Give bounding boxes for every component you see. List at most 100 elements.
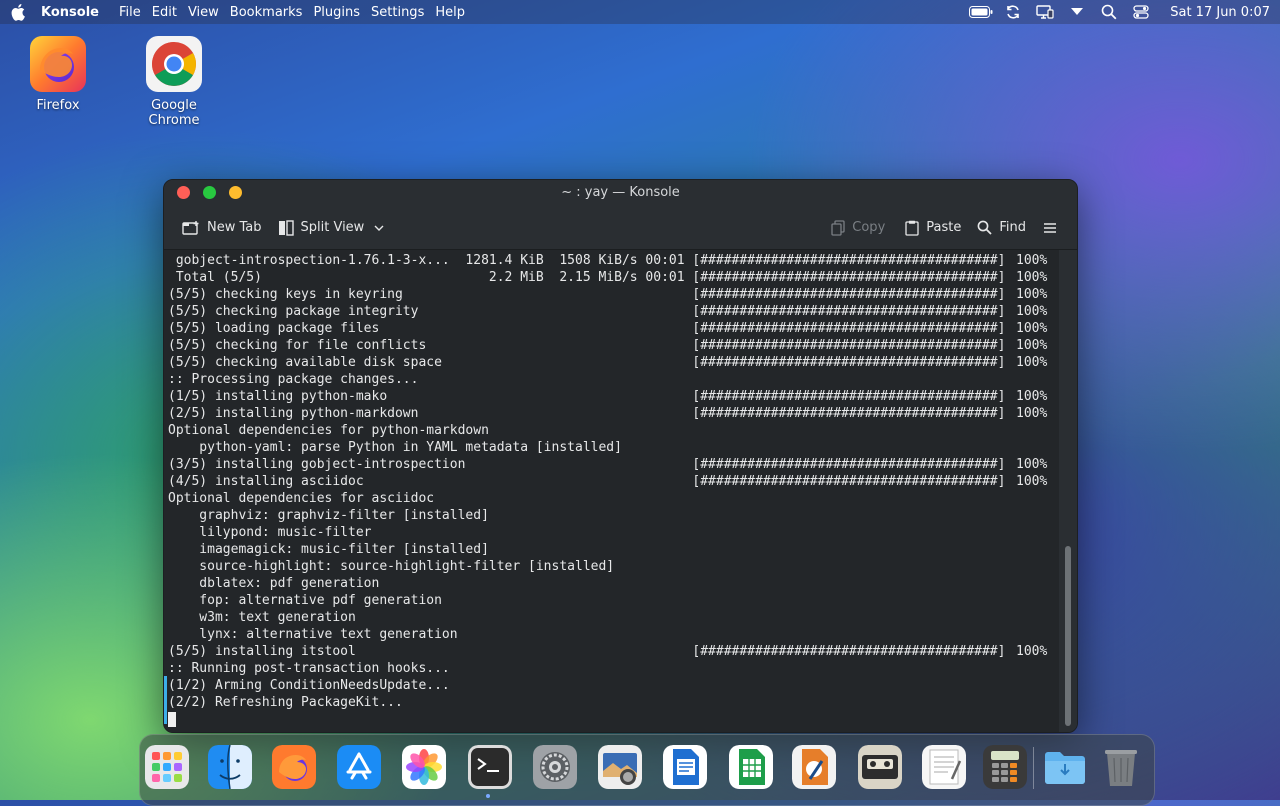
terminal-line-percent: 100% bbox=[1016, 304, 1048, 319]
new-tab-label: New Tab bbox=[207, 220, 262, 235]
terminal-line-text: Optional dependencies for python-markdow… bbox=[168, 423, 489, 438]
window-title: ~ : yay — Konsole bbox=[561, 185, 680, 200]
hamburger-menu-button[interactable] bbox=[1038, 213, 1069, 243]
terminal-line-text: (1/2) Arming ConditionNeedsUpdate... bbox=[168, 678, 450, 693]
spreadsheet-dock-item[interactable] bbox=[729, 745, 773, 789]
desktop-icon-firefox[interactable]: Firefox bbox=[8, 36, 108, 113]
terminal-line: (5/5) loading package files [###########… bbox=[168, 320, 1059, 337]
spreadsheet-icon bbox=[729, 745, 773, 789]
terminal-line-percent: 100% bbox=[1016, 389, 1048, 404]
control-center-icon[interactable] bbox=[1128, 2, 1154, 22]
app-name[interactable]: Konsole bbox=[41, 5, 99, 20]
desktop-icon-chrome[interactable]: Google Chrome bbox=[124, 36, 224, 128]
split-view-button[interactable]: Split View bbox=[272, 213, 391, 243]
title-bar[interactable]: ~ : yay — Konsole bbox=[164, 180, 1077, 206]
draw-dock-item[interactable] bbox=[792, 745, 836, 789]
system-settings-dock-item[interactable] bbox=[533, 745, 577, 789]
downloads-folder-dock-item[interactable] bbox=[1043, 745, 1087, 789]
menu-bookmarks[interactable]: Bookmarks bbox=[230, 5, 303, 20]
terminal-line: gobject-introspection-1.76.1-3-x... 1281… bbox=[168, 252, 1059, 269]
menu-file[interactable]: File bbox=[119, 5, 141, 20]
chrome-icon bbox=[146, 36, 202, 92]
menu-settings[interactable]: Settings bbox=[371, 5, 424, 20]
paste-icon bbox=[905, 220, 919, 236]
terminal-line-text: gobject-introspection-1.76.1-3-x... 1281… bbox=[168, 253, 1006, 268]
terminal-line-percent: 100% bbox=[1016, 270, 1048, 285]
search-icon[interactable] bbox=[1096, 2, 1122, 22]
calculator-dock-item[interactable] bbox=[983, 745, 1027, 789]
new-tab-button[interactable]: New Tab bbox=[176, 213, 268, 243]
cassette-dock-item[interactable] bbox=[858, 745, 902, 789]
terminal-line: source-highlight: source-highlight-filte… bbox=[168, 558, 1059, 575]
firefox-dock-item[interactable] bbox=[272, 745, 316, 789]
app-store-icon bbox=[337, 745, 381, 789]
terminal-line: :: Processing package changes... bbox=[168, 371, 1059, 388]
terminal-line-text: lilypond: music-filter bbox=[168, 525, 372, 540]
terminal-line-text: (5/5) checking package integrity [######… bbox=[168, 304, 1006, 319]
writer-icon bbox=[663, 745, 707, 789]
terminal-line: (5/5) installing itstool [##############… bbox=[168, 643, 1059, 660]
find-button[interactable]: Find bbox=[971, 213, 1032, 243]
screenshot-icon bbox=[598, 745, 642, 789]
terminal-cursor bbox=[168, 712, 176, 727]
chevron-down-icon bbox=[374, 225, 384, 231]
terminal-line-text: :: Running post-transaction hooks... bbox=[168, 661, 450, 676]
screenshot-dock-item[interactable] bbox=[598, 745, 642, 789]
terminal-line: Optional dependencies for asciidoc bbox=[168, 490, 1059, 507]
terminal-line-text: (4/5) installing asciidoc [#############… bbox=[168, 474, 1006, 489]
apple-icon[interactable] bbox=[11, 3, 29, 21]
terminal-line-text: (5/5) checking available disk space [###… bbox=[168, 355, 1006, 370]
terminal-line-text: lynx: alternative text generation bbox=[168, 627, 458, 642]
toolbar: New Tab Split View Copy Paste Find bbox=[164, 206, 1077, 250]
battery-icon[interactable] bbox=[968, 2, 994, 22]
terminal-line: (2/5) installing python-markdown [######… bbox=[168, 405, 1059, 422]
terminal-line: lynx: alternative text generation bbox=[168, 626, 1059, 643]
writer-dock-item[interactable] bbox=[663, 745, 707, 789]
text-editor-dock-item[interactable] bbox=[922, 745, 966, 789]
terminal-line-percent: 100% bbox=[1016, 321, 1048, 336]
chevron-down-icon[interactable] bbox=[1064, 2, 1090, 22]
dock bbox=[139, 734, 1155, 806]
terminal-output[interactable]: gobject-introspection-1.76.1-3-x... 1281… bbox=[164, 250, 1059, 732]
draw-icon bbox=[792, 745, 836, 789]
menu-help[interactable]: Help bbox=[435, 5, 465, 20]
scrollbar-thumb[interactable] bbox=[1065, 546, 1071, 726]
terminal-line-text: (3/5) installing gobject-introspection [… bbox=[168, 457, 1006, 472]
terminal-line: dblatex: pdf generation bbox=[168, 575, 1059, 592]
photos-dock-item[interactable] bbox=[402, 745, 446, 789]
downloads-folder-icon bbox=[1043, 745, 1087, 789]
scrollbar[interactable] bbox=[1059, 250, 1077, 732]
finder-dock-item[interactable] bbox=[208, 745, 252, 789]
terminal-line-text: w3m: text generation bbox=[168, 610, 356, 625]
konsole-window: ~ : yay — Konsole New Tab Split View Cop… bbox=[163, 179, 1078, 733]
sync-icon[interactable] bbox=[1000, 2, 1026, 22]
display-icon[interactable] bbox=[1032, 2, 1058, 22]
running-indicator bbox=[486, 794, 490, 798]
photos-icon bbox=[402, 745, 446, 789]
app-store-dock-item[interactable] bbox=[337, 745, 381, 789]
menu-edit[interactable]: Edit bbox=[152, 5, 177, 20]
terminal-dock-item[interactable] bbox=[468, 745, 512, 789]
paste-label: Paste bbox=[926, 220, 962, 235]
new-tab-icon bbox=[182, 220, 199, 235]
copy-button[interactable]: Copy bbox=[825, 213, 891, 243]
terminal-prompt-line bbox=[168, 711, 1059, 728]
text-editor-icon bbox=[922, 745, 966, 789]
search-icon bbox=[977, 220, 992, 235]
menu-view[interactable]: View bbox=[188, 5, 219, 20]
clock[interactable]: Sat 17 Jun 0:07 bbox=[1170, 5, 1270, 20]
terminal-line: imagemagick: music-filter [installed] bbox=[168, 541, 1059, 558]
system-settings-icon bbox=[533, 745, 577, 789]
trash-dock-item[interactable] bbox=[1099, 745, 1143, 789]
launchpad-icon bbox=[145, 745, 189, 789]
terminal-line: (1/2) Arming ConditionNeedsUpdate... bbox=[168, 677, 1059, 694]
menu-plugins[interactable]: Plugins bbox=[313, 5, 360, 20]
terminal-line: (4/5) installing asciidoc [#############… bbox=[168, 473, 1059, 490]
terminal-line-percent: 100% bbox=[1016, 474, 1048, 489]
terminal-line: Optional dependencies for python-markdow… bbox=[168, 422, 1059, 439]
split-view-label: Split View bbox=[300, 220, 365, 235]
paste-button[interactable]: Paste bbox=[899, 213, 967, 243]
terminal-line-text: graphviz: graphviz-filter [installed] bbox=[168, 508, 489, 523]
launchpad-dock-item[interactable] bbox=[145, 745, 189, 789]
terminal-line-percent: 100% bbox=[1016, 287, 1048, 302]
